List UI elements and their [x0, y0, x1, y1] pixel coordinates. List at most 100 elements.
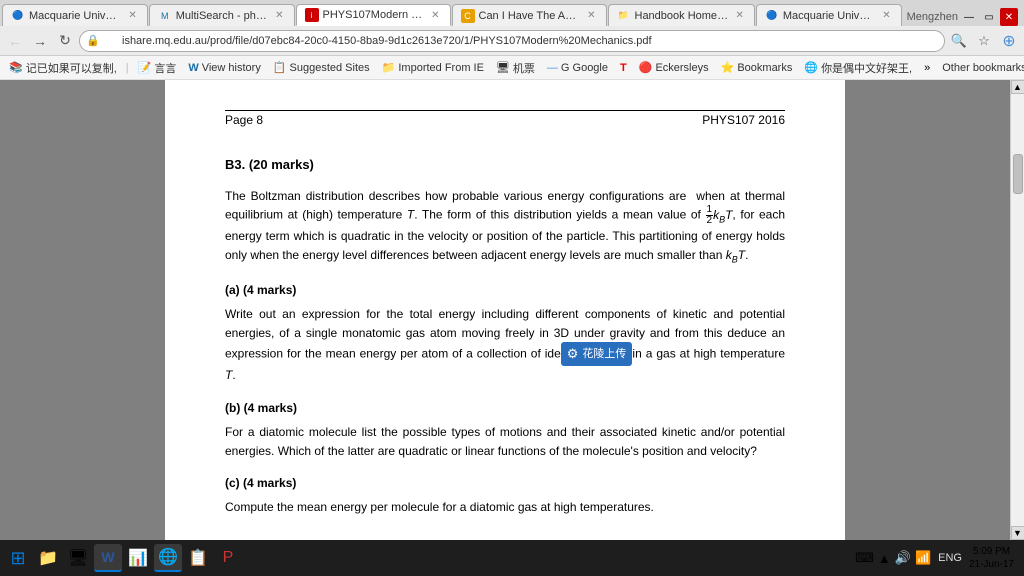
tooltip-text: 花陵上传 [582, 346, 626, 363]
refresh-button[interactable]: ↻ [54, 30, 76, 52]
bookmark-suggested-label: Suggested Sites [290, 62, 370, 74]
other-bookmarks[interactable]: Other bookmarks [937, 60, 1024, 76]
bookmark-label-1: 记已如果可以复制, [26, 60, 117, 76]
tab-multisearch[interactable]: M MultiSearch - phys107 ✕ [149, 4, 295, 26]
forward-button[interactable]: → [29, 30, 51, 52]
bookmark-w-icon: W [188, 62, 198, 74]
taskbar-matlab[interactable]: 📊 [124, 544, 152, 572]
address-bar[interactable]: 🔒 ishare.mq.edu.au/prod/file/d07ebc84-20… [79, 30, 945, 52]
network-icon[interactable]: 📶 [915, 550, 931, 566]
scroll-thumb[interactable] [1013, 154, 1023, 194]
volume-icon[interactable]: 🔊 [895, 550, 911, 566]
bookmark-viewhistory-label: View history [202, 62, 261, 74]
lang-label: ENG [938, 552, 962, 564]
tab-label-3: PHYS107Modern Mech... [323, 9, 426, 21]
bookmark-t[interactable]: T [615, 60, 632, 76]
date-display: 21-Jun-17 [969, 558, 1014, 571]
tab-close-2[interactable]: ✕ [273, 9, 285, 22]
part-c-content: Compute the mean energy per molecule for… [225, 498, 785, 517]
page-number: Page 8 [225, 111, 263, 129]
bookmark-suggested[interactable]: 📋 Suggested Sites [268, 59, 375, 76]
part-b-title: (b) (4 marks) [225, 399, 785, 417]
bookmarks-more[interactable]: » [919, 60, 935, 76]
url-text: ishare.mq.edu.au/prod/file/d07ebc84-20c0… [122, 35, 652, 47]
bookmark-item-1[interactable]: 📚 记已如果可以复制, [4, 58, 122, 78]
browser-window: 🔵 Macquarie University - ✕ M MultiSearch… [0, 0, 1024, 576]
content-area: Page 8 PHYS107 2016 B3. (20 marks) The B… [0, 80, 1024, 540]
tab-close-3[interactable]: ✕ [429, 9, 441, 22]
tab-close-4[interactable]: ✕ [585, 9, 597, 22]
taskbar-monitor[interactable]: 🖥 [64, 544, 92, 572]
bookmark-imported[interactable]: 📁 Imported From IE [377, 59, 489, 76]
tab-favicon-4: C [461, 9, 475, 23]
taskbar-chrome[interactable]: 🌐 [154, 544, 182, 572]
taskbar-powerpoint-1[interactable]: 📋 [184, 544, 212, 572]
navigation-toolbar: ← → ↻ 🔒 ishare.mq.edu.au/prod/file/d07eb… [0, 26, 1024, 56]
start-button[interactable]: ⊞ [4, 544, 32, 572]
search-icon[interactable]: 🔍 [948, 30, 970, 52]
pdf-page: Page 8 PHYS107 2016 B3. (20 marks) The B… [165, 80, 845, 540]
math-T-2: T [225, 368, 232, 382]
tab-phys107[interactable]: i PHYS107Modern Mech... ✕ [296, 4, 451, 26]
taskbar-powerpoint-2[interactable]: P [214, 544, 242, 572]
user-label: Mengzhen [907, 11, 958, 23]
lock-icon: 🔒 [86, 34, 100, 47]
bookmark-bookmarks[interactable]: ⭐ Bookmarks [716, 59, 798, 76]
tab-answer[interactable]: C Can I Have The Answe... ✕ [452, 4, 607, 26]
star-icon[interactable]: ☆ [973, 30, 995, 52]
part-c-title: (c) (4 marks) [225, 474, 785, 492]
part-b-content: For a diatomic molecule list the possibl… [225, 423, 785, 460]
bookmark-chinese[interactable]: 🌐 你是偶中文好架王, [799, 58, 917, 78]
bookmark-viewhistory[interactable]: W View history [183, 60, 266, 76]
back-button[interactable]: ← [4, 30, 26, 52]
math-kB: kBT [713, 208, 732, 222]
intro-paragraph: The Boltzman distribution describes how … [225, 187, 785, 268]
bookmark-item-2[interactable]: 📝 言言 [133, 58, 182, 78]
tray-arrow[interactable]: ▲ [878, 551, 891, 566]
tooltip-popup[interactable]: ⚙花陵上传 [561, 342, 633, 366]
bookmark-chinese-icon: 🌐 [804, 61, 818, 74]
page-course: PHYS107 2016 [702, 111, 785, 129]
scroll-down-btn[interactable]: ▼ [1011, 526, 1024, 540]
tab-favicon-6: 🔵 [765, 9, 779, 23]
tab-favicon-5: 📁 [617, 9, 631, 23]
restore-btn[interactable]: ▭ [980, 8, 998, 26]
close-btn[interactable]: ✕ [1000, 8, 1018, 26]
menu-icon[interactable]: ⊕ [998, 30, 1020, 52]
bookmark-imported-icon: 📁 [382, 61, 396, 74]
bookmark-chinese-label: 你是偶中文好架王, [821, 60, 912, 76]
tab-close-5[interactable]: ✕ [734, 9, 746, 22]
bookmark-ticket[interactable]: 🖥 机票 [491, 58, 540, 78]
tooltip-gear-icon: ⚙ [567, 344, 579, 364]
tab-favicon-2: M [158, 9, 172, 23]
minimize-btn[interactable]: — [960, 8, 978, 26]
part-a-content: Write out an expression for the total en… [225, 305, 785, 385]
bm-separator-1: | [126, 62, 129, 74]
scrollbar: ▲ ▼ [1010, 80, 1024, 540]
bookmark-eckersleys[interactable]: 🔴 Eckersleys [634, 59, 714, 76]
tab-close-1[interactable]: ✕ [126, 9, 138, 22]
tab-label-6: Macquarie University - [783, 10, 876, 22]
bookmark-star-icon: ⭐ [721, 61, 735, 74]
bookmark-bookmarks-label: Bookmarks [737, 62, 792, 74]
section-b3-title: B3. (20 marks) [225, 155, 785, 175]
tab-close-6[interactable]: ✕ [880, 9, 892, 22]
scroll-up-btn[interactable]: ▲ [1011, 80, 1024, 94]
scroll-track[interactable] [1011, 94, 1024, 526]
tab-label-2: MultiSearch - phys107 [176, 10, 269, 22]
bookmark-google[interactable]: — G Google [542, 60, 613, 76]
tab-macquarie-1[interactable]: 🔵 Macquarie University - ✕ [2, 4, 148, 26]
bookmark-ticket-icon: 🖥 [496, 61, 510, 74]
bookmark-eckersleys-icon: 🔴 [639, 61, 653, 74]
taskbar-word[interactable]: W [94, 544, 122, 572]
tab-label-4: Can I Have The Answe... [479, 10, 582, 22]
tab-handbook[interactable]: 📁 Handbook Home Page ✕ [608, 4, 755, 26]
bookmark-label-2: 言言 [154, 60, 176, 76]
tab-macquarie-2[interactable]: 🔵 Macquarie University - ✕ [756, 4, 902, 26]
toolbar-right: 🔍 ☆ ⊕ [948, 30, 1020, 52]
part-a-title: (a) (4 marks) [225, 281, 785, 299]
taskbar-folder[interactable]: 📁 [34, 544, 62, 572]
clock[interactable]: 5:09 PM 21-Jun-17 [969, 545, 1014, 571]
part-c-text: Compute the mean energy per molecule for… [225, 500, 654, 514]
bookmark-eckersleys-label: Eckersleys [655, 62, 708, 74]
